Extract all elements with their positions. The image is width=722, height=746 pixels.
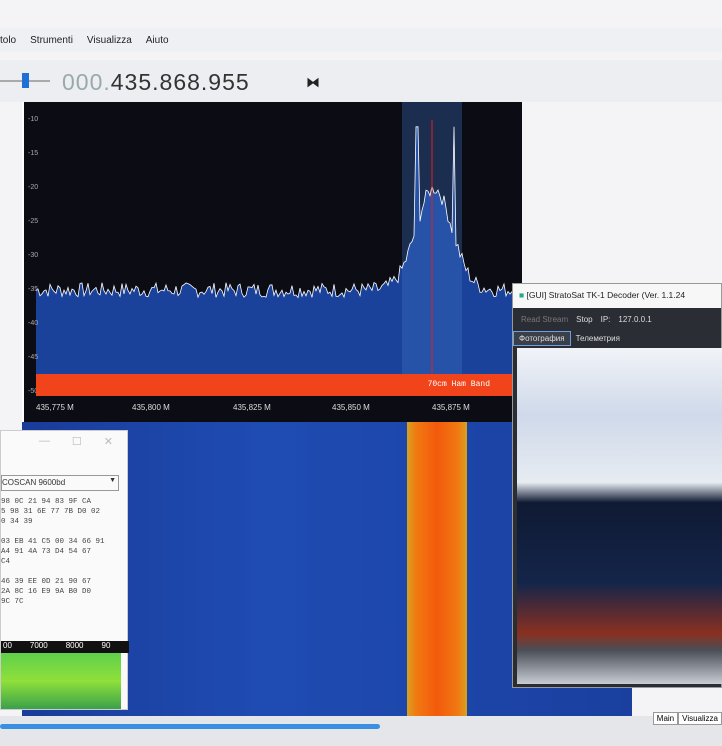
tab-telemetry[interactable]: Телеметрия	[571, 332, 625, 345]
scale-label: 8000	[65, 641, 84, 650]
spectrum-panel[interactable]: -10 -15 -20 -25 -30 -35 -40 -45 -50 70cm Ham Ban…	[22, 102, 526, 422]
menu-help[interactable]: Aiuto	[146, 35, 169, 46]
chevron-down-icon: ▼	[109, 477, 116, 484]
frequency-scale: 00 7000 8000 90	[1, 641, 129, 653]
y-tick: -30	[28, 252, 39, 259]
slider-handle[interactable]	[22, 73, 29, 88]
read-stream-button[interactable]: Read Stream	[521, 315, 568, 324]
band-plan-bar: 70cm Ham Band	[36, 374, 526, 396]
mode-value: COSCAN 9600bd	[2, 478, 66, 487]
decoder-window: ■ [GUI] StratoSat TK-1 Decoder (Ver. 1.1…	[512, 283, 722, 688]
scale-label: 90	[101, 641, 111, 650]
maximize-icon[interactable]: ☐	[72, 435, 82, 451]
menu-view[interactable]: Visualizza	[87, 35, 132, 46]
menu-bar: tolo Strumenti Visualizza Aiuto	[0, 28, 722, 52]
ip-input[interactable]: 127.0.0.1	[618, 315, 651, 324]
y-tick: -25	[28, 218, 39, 225]
app-icon: ■	[519, 290, 527, 300]
waterfall-signal-trace	[407, 422, 467, 717]
y-tick: -35	[28, 286, 39, 293]
received-image	[517, 348, 722, 684]
status-area: Main Visualizza	[0, 712, 722, 746]
frequency-row: 000.435.868.955 ⧓	[0, 60, 722, 102]
tab-view[interactable]: Visualizza	[678, 712, 722, 725]
frequency-prefix: 000.	[62, 69, 111, 95]
horizontal-scrollbar[interactable]	[0, 724, 380, 729]
swap-icon[interactable]: ⧓	[306, 74, 320, 91]
stop-button[interactable]: Stop	[576, 315, 592, 324]
x-tick: 435,850 M	[332, 403, 370, 412]
menu-file[interactable]: tolo	[0, 35, 16, 46]
frequency-value: 435.868.955	[110, 69, 250, 95]
scale-label: 7000	[29, 641, 48, 650]
y-tick: -40	[28, 320, 39, 327]
y-tick: -15	[28, 150, 39, 157]
window-controls: — ☐ ✕	[1, 431, 127, 455]
decoder-toolbar: Read Stream Stop IP: 127.0.0.1	[513, 308, 721, 330]
x-tick: 435,800 M	[132, 403, 170, 412]
close-icon[interactable]: ✕	[104, 435, 113, 451]
mode-select[interactable]: COSCAN 9600bd ▼	[1, 475, 119, 491]
mini-waterfall	[1, 653, 121, 709]
ip-label: IP:	[600, 314, 611, 324]
y-tick: -20	[28, 184, 39, 191]
band-label: 70cm Ham Band	[427, 380, 490, 389]
tab-main[interactable]: Main	[652, 712, 679, 725]
x-tick: 435,875 M	[432, 403, 470, 412]
packet-window: — ☐ ✕ COSCAN 9600bd ▼ 98 0C 21 94 83 9F CA …	[0, 430, 129, 710]
scale-label: 00	[3, 641, 12, 650]
x-tick: 435,775 M	[36, 403, 74, 412]
hex-output: 98 0C 21 94 83 9F CA 5 98 31 6E 77 7B D0…	[1, 498, 105, 606]
y-tick: -10	[28, 116, 39, 123]
decoder-tabs: Фотография Телеметрия	[513, 330, 721, 346]
minimize-icon[interactable]: —	[39, 435, 50, 451]
x-tick: 435,825 M	[233, 403, 271, 412]
decoder-title: ■ [GUI] StratoSat TK-1 Decoder (Ver. 1.1…	[513, 284, 721, 308]
decoder-title-text: [GUI] StratoSat TK-1 Decoder (Ver. 1.1.2…	[526, 290, 686, 300]
tab-photo[interactable]: Фотография	[513, 330, 571, 346]
frequency-display[interactable]: 000.435.868.955	[62, 69, 250, 96]
y-tick: -45	[28, 354, 39, 361]
menu-tools[interactable]: Strumenti	[30, 35, 73, 46]
